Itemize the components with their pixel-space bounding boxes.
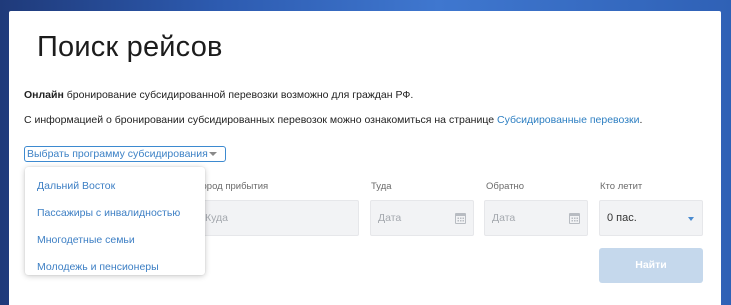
online-note-text: бронирование субсидированной перевозки в…	[63, 89, 414, 101]
passengers-value: 0 пас.	[607, 212, 637, 224]
online-bold-text: Онлайн	[24, 89, 64, 101]
subsidy-program-select[interactable]: Выбрать программу субсидирования	[24, 146, 226, 162]
departure-date-input[interactable]: Дата	[370, 200, 474, 236]
passengers-select[interactable]: 0 пас.	[599, 200, 703, 236]
calendar-icon[interactable]	[569, 213, 580, 224]
subsidy-info-note: С информацией о бронировании субсидирова…	[24, 114, 642, 126]
arrival-city-label: Город прибытия	[197, 181, 269, 192]
online-booking-note: Онлайн бронирование субсидированной пере…	[24, 89, 413, 101]
program-option-youth-pensioners[interactable]: Молодежь и пенсионеры	[37, 261, 159, 273]
chevron-down-icon	[688, 217, 694, 221]
return-date-input[interactable]: Дата	[484, 200, 588, 236]
program-option-disability[interactable]: Пассажиры с инвалидностью	[37, 207, 180, 219]
subsidy-program-label: Выбрать программу субсидирования	[27, 148, 208, 160]
departure-date-label: Туда	[371, 181, 392, 192]
departure-date-placeholder: Дата	[378, 212, 402, 224]
search-card: Поиск рейсов Онлайн бронирование субсиди…	[9, 11, 721, 305]
subsidized-flights-link[interactable]: Субсидированные перевозки	[497, 114, 640, 126]
passengers-label: Кто летит	[600, 181, 643, 192]
return-date-label: Обратно	[486, 181, 525, 192]
search-button[interactable]: Найти	[599, 248, 703, 283]
program-option-far-east[interactable]: Дальний Восток	[37, 180, 115, 192]
calendar-icon[interactable]	[455, 213, 466, 224]
arrival-city-placeholder: Куда	[205, 212, 228, 224]
chevron-down-icon	[209, 152, 217, 156]
page-title: Поиск рейсов	[37, 31, 223, 63]
subsidy-info-end: .	[639, 114, 643, 126]
subsidy-info-text: С информацией о бронировании субсидирова…	[24, 114, 497, 126]
subsidy-program-dropdown: Дальний Восток Пассажиры с инвалидностью…	[25, 167, 205, 275]
return-date-placeholder: Дата	[492, 212, 516, 224]
arrival-city-input[interactable]: Куда	[197, 200, 359, 236]
program-option-large-families[interactable]: Многодетные семьи	[37, 234, 135, 246]
